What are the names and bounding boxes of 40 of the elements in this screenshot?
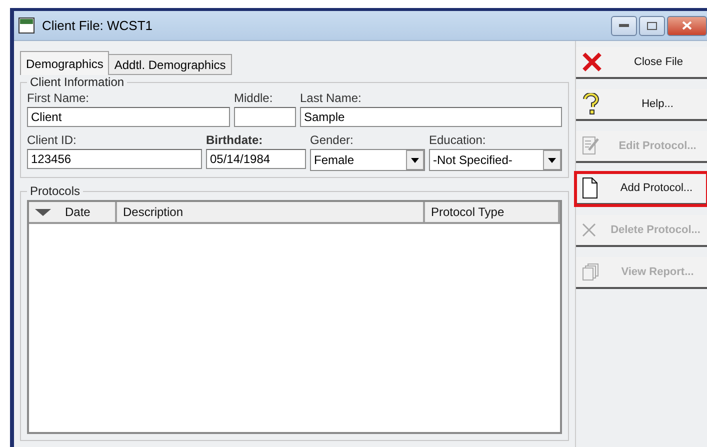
- pencil-note-icon: [582, 136, 600, 156]
- close-button[interactable]: [667, 16, 707, 36]
- dropdown[interactable]: -Not Specified-: [429, 149, 562, 171]
- close-icon: [682, 21, 692, 30]
- group-title: Protocols: [29, 184, 82, 198]
- action-button[interactable]: Close File: [576, 47, 707, 79]
- caret-icon: [548, 158, 556, 162]
- column-header[interactable]: Date: [29, 202, 117, 222]
- close-icon: [582, 52, 602, 72]
- input-field[interactable]: Sample: [300, 107, 562, 127]
- window-title: Client File: WCST1: [42, 18, 154, 33]
- input-field[interactable]: 05/14/1984: [206, 149, 306, 169]
- field-label: First Name:: [27, 91, 90, 105]
- app-icon: [18, 16, 36, 34]
- minimize-icon: [619, 24, 629, 28]
- tab[interactable]: Demographics: [20, 51, 110, 75]
- document-icon: [582, 177, 598, 199]
- field-label: Last Name:: [300, 91, 362, 105]
- action-button[interactable]: Help...: [576, 89, 707, 121]
- field-label: Gender:: [310, 133, 354, 147]
- input-field[interactable]: Client: [27, 107, 230, 127]
- field-label: Birthdate:: [206, 133, 264, 147]
- group-title: Client Information: [29, 75, 126, 89]
- dropdown[interactable]: Female: [310, 149, 425, 171]
- input-field[interactable]: 123456: [27, 149, 202, 169]
- pages-icon: [582, 263, 600, 281]
- field-label: Education:: [429, 133, 487, 147]
- caret-icon: [411, 158, 419, 162]
- field-label: Client ID:: [27, 133, 78, 147]
- question-mark-icon: [582, 93, 600, 115]
- field-label: Middle:: [234, 91, 274, 105]
- action-button[interactable]: Add Protocol...: [576, 173, 707, 205]
- tab[interactable]: Addtl. Demographics: [108, 54, 232, 75]
- input-field[interactable]: [234, 107, 296, 127]
- minimize-button[interactable]: [611, 16, 637, 36]
- delete-icon: [582, 223, 596, 237]
- column-header[interactable]: Description: [117, 202, 425, 222]
- maximize-button[interactable]: [639, 16, 665, 36]
- column-header[interactable]: Protocol Type: [425, 202, 560, 222]
- maximize-icon: [647, 22, 657, 30]
